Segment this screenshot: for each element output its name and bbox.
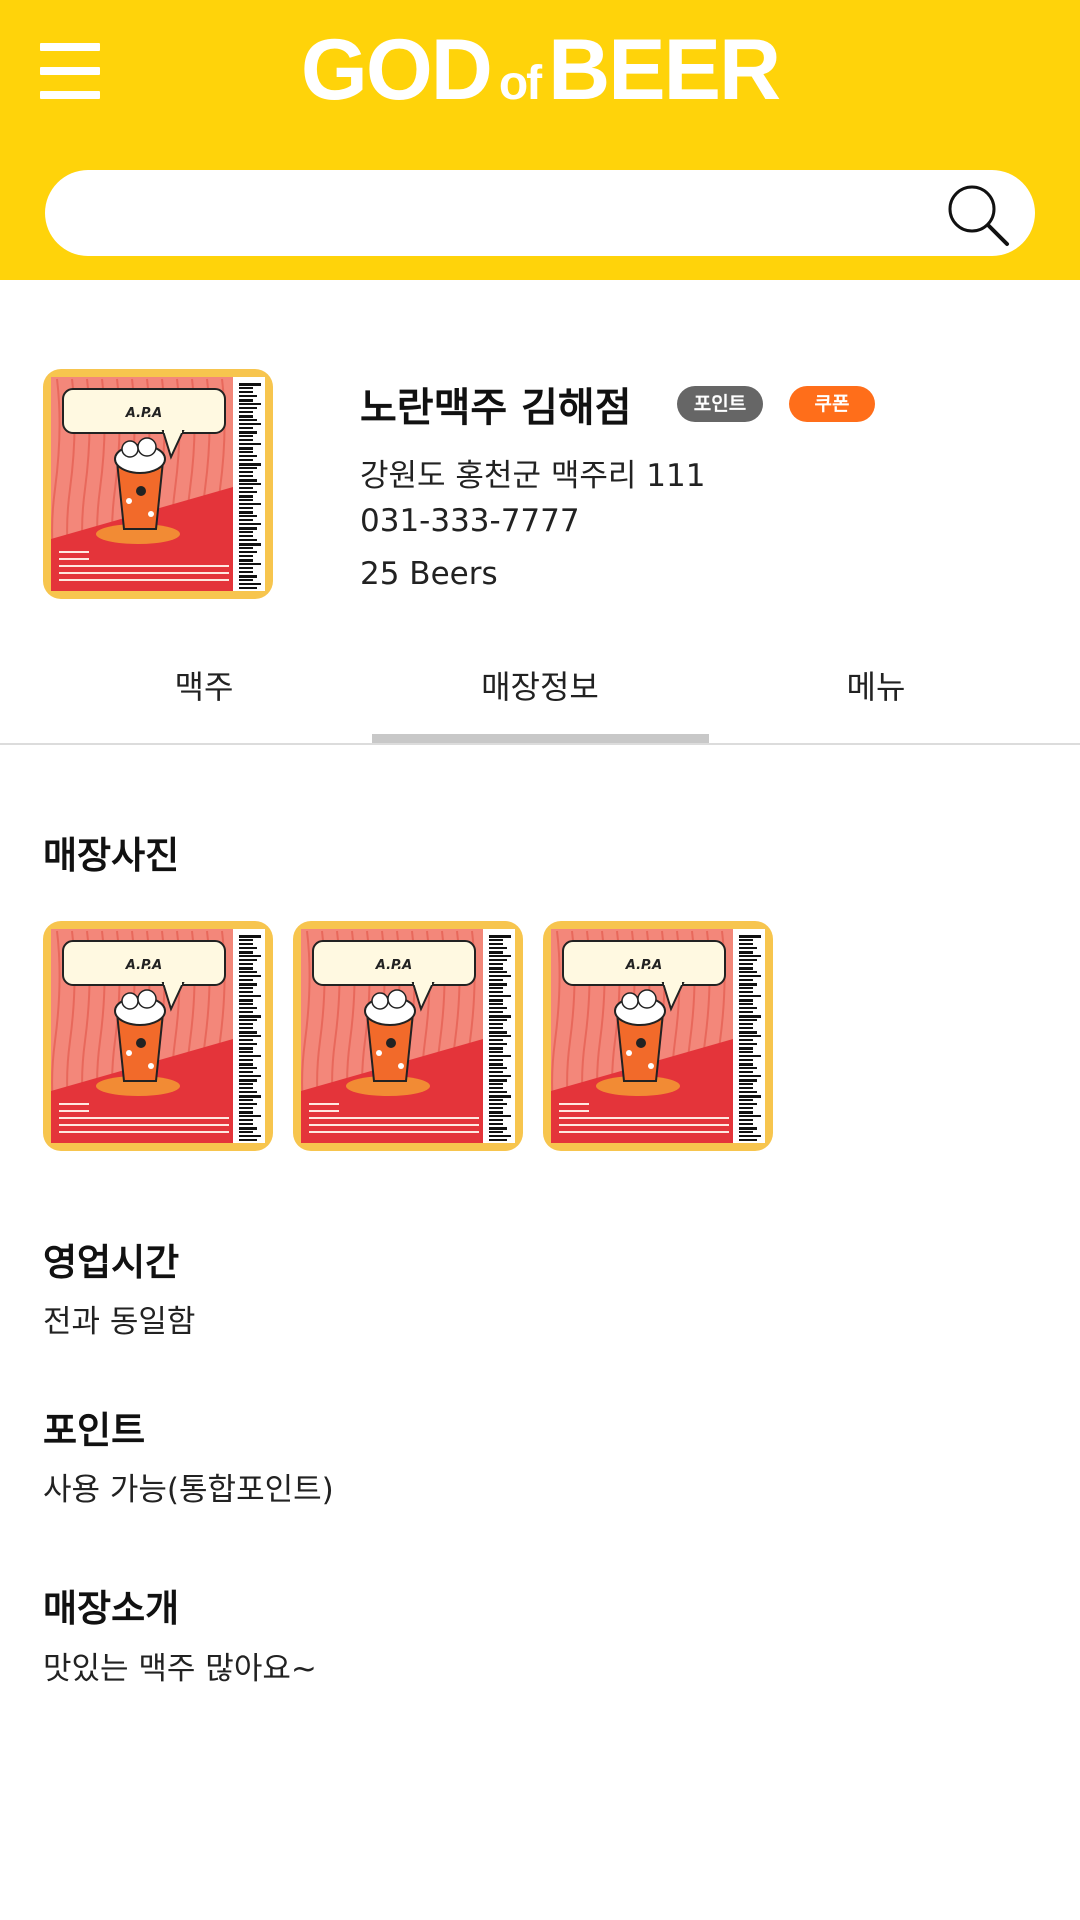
points-section-title: 포인트 (43, 1409, 146, 1452)
store-photo[interactable]: A.P.A (293, 921, 523, 1151)
store-name: 노란맥주 김해점 (360, 385, 632, 431)
store-thumbnail: A.P.A (43, 369, 273, 599)
hours-text: 전과 동일함 (43, 1304, 196, 1340)
tab-store-info[interactable]: 매장정보 (372, 660, 708, 740)
beer-label-image: A.P.A (301, 929, 515, 1143)
tab-divider (0, 743, 1080, 745)
photos-section-title: 매장사진 (43, 834, 180, 877)
search-bar (45, 170, 1035, 256)
svg-text:A.P.A: A.P.A (375, 958, 412, 973)
store-beer-count: 25 Beers (360, 556, 498, 592)
beer-label-image: A.P.A (551, 929, 765, 1143)
store-phone[interactable]: 031-333-7777 (360, 503, 580, 539)
magnifier-icon[interactable] (945, 182, 1013, 250)
active-tab-indicator (372, 734, 709, 743)
point-badge[interactable]: 포인트 (677, 386, 763, 422)
store-photo[interactable]: A.P.A (543, 921, 773, 1151)
hours-section-title: 영업시간 (43, 1241, 180, 1284)
store-photo[interactable]: A.P.A (43, 921, 273, 1151)
coupon-badge[interactable]: 쿠폰 (789, 386, 875, 422)
tab-menu[interactable]: 메뉴 (708, 660, 1044, 740)
points-text: 사용 가능(통합포인트) (43, 1472, 334, 1508)
svg-text:A.P.A: A.P.A (125, 406, 162, 421)
beer-label-image: A.P.A (51, 929, 265, 1143)
store-address: 강원도 홍천군 맥주리 111 (360, 458, 706, 494)
intro-text: 맛있는 맥주 많아요~ (43, 1651, 317, 1687)
search-input[interactable] (75, 180, 949, 248)
svg-text:A.P.A: A.P.A (125, 958, 162, 973)
beer-label-image: A.P.A (51, 377, 265, 591)
intro-section-title: 매장소개 (43, 1587, 180, 1630)
app-logo: GOD ofBEER (300, 22, 781, 118)
svg-text:A.P.A: A.P.A (625, 958, 662, 973)
tab-beer[interactable]: 맥주 (36, 660, 372, 740)
